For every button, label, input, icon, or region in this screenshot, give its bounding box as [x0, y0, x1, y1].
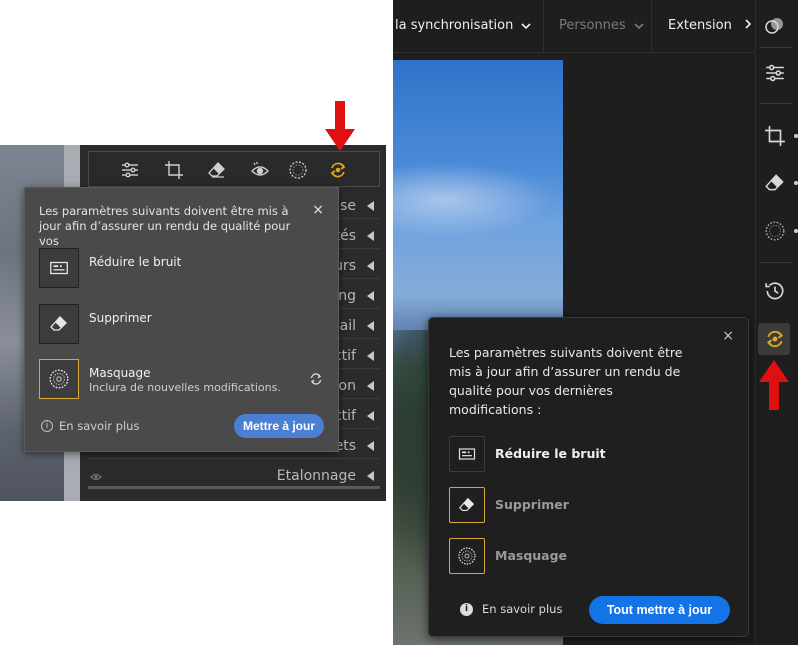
list-item-remove[interactable]: Supprimer [39, 304, 329, 344]
update-all-button[interactable]: Tout mettre à jour [589, 596, 730, 624]
tool-strip [88, 151, 380, 187]
collapse-triangle-icon [367, 321, 374, 331]
list-item-masking[interactable]: Masquage [449, 538, 739, 574]
list-item-denoise[interactable]: Réduire le bruit [39, 248, 329, 288]
collapse-triangle-icon [367, 261, 374, 271]
update-button[interactable]: Mettre à jour [234, 414, 324, 438]
top-bar: la synchronisation Personnes Extension [393, 0, 755, 53]
collapse-triangle-icon [367, 471, 374, 481]
crop-icon[interactable] [763, 124, 787, 148]
masking-icon [39, 359, 79, 399]
list-item-denoise[interactable]: Réduire le bruit [449, 436, 739, 472]
collapse-triangle-icon [367, 231, 374, 241]
list-item-remove[interactable]: Supprimer [449, 487, 739, 523]
annotation-arrow-down-icon [325, 101, 355, 151]
masking-icon [449, 538, 485, 574]
eraser-icon [449, 487, 485, 523]
adjust-sliders-icon[interactable] [119, 160, 141, 180]
collapse-triangle-icon [367, 381, 374, 391]
eraser-icon[interactable] [763, 171, 787, 195]
update-sync-icon[interactable] [327, 160, 349, 180]
close-icon[interactable]: × [722, 328, 734, 344]
people-menu-button[interactable]: Personnes [559, 18, 644, 33]
denoise-icon [449, 436, 485, 472]
masking-icon[interactable] [763, 219, 787, 243]
popup-message: Les paramètres suivants doivent être mis… [449, 345, 683, 417]
chevron-down-icon [521, 23, 532, 30]
eraser-icon [39, 304, 79, 344]
collapse-triangle-icon [367, 201, 374, 211]
learn-more-link[interactable]: i En savoir plus [41, 419, 139, 433]
divider [88, 486, 380, 489]
adjust-sliders-icon[interactable] [763, 61, 787, 85]
update-settings-popup: Les paramètres suivants doivent être mis… [24, 187, 339, 452]
eraser-icon[interactable] [206, 160, 228, 180]
popup-message: Les paramètres suivants doivent être mis… [39, 204, 291, 248]
collapse-triangle-icon [367, 441, 374, 451]
close-icon[interactable]: × [312, 202, 324, 218]
history-icon[interactable] [763, 279, 787, 303]
sync-menu-button[interactable]: la synchronisation [395, 18, 532, 33]
update-settings-popup-new: × Les paramètres suivants doivent être m… [428, 317, 749, 637]
collapse-triangle-icon [367, 411, 374, 421]
collapse-triangle-icon [367, 291, 374, 301]
list-item-masking[interactable]: Masquage Inclura de nouvelles modificati… [39, 359, 329, 399]
chevron-down-icon [634, 23, 644, 30]
sync-icon [309, 371, 323, 385]
update-sync-icon[interactable] [763, 327, 787, 351]
edit-icon[interactable] [763, 14, 787, 38]
masking-icon[interactable] [287, 160, 309, 180]
extension-menu-button[interactable]: Extension [668, 18, 752, 33]
collapse-triangle-icon [367, 351, 374, 361]
redeye-icon[interactable] [249, 160, 271, 180]
denoise-icon [39, 248, 79, 288]
annotation-arrow-up-icon [759, 360, 789, 410]
learn-more-link[interactable]: i En savoir plus [460, 602, 562, 616]
crop-icon[interactable] [163, 160, 185, 180]
eye-icon[interactable] [90, 470, 102, 480]
chevron-right-icon [745, 19, 752, 29]
info-icon: i [460, 602, 473, 616]
info-icon: i [41, 420, 53, 432]
